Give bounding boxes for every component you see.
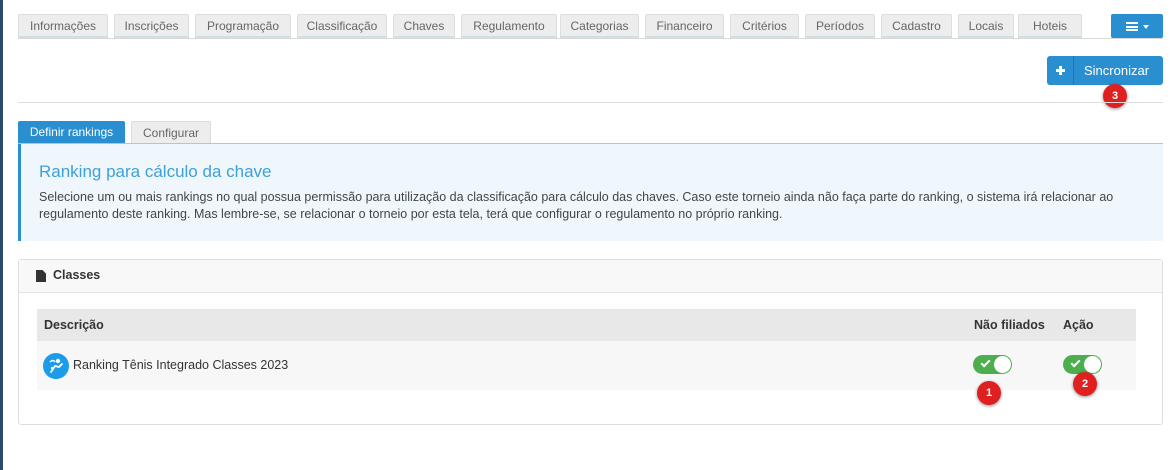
top-nav-tabs: Informações Inscrições Programação Class… (18, 14, 1163, 39)
tab-categorias[interactable]: Categorias (560, 14, 639, 38)
table-row: Ranking Tênis Integrado Classes 2023 (37, 341, 1136, 390)
ranking-name: Ranking Tênis Integrado Classes 2023 (73, 358, 289, 372)
sync-button[interactable]: Sincronizar (1047, 56, 1163, 85)
table-header: Descrição Não filiados Ação (37, 309, 1136, 341)
tab-classificacao[interactable]: Classificação (297, 14, 387, 38)
check-icon (980, 357, 991, 368)
panel-header: Classes (19, 260, 1162, 293)
tab-informacoes[interactable]: Informações (18, 14, 108, 38)
tab-chaves[interactable]: Chaves (393, 14, 455, 38)
menu-dropdown-button[interactable] (1111, 14, 1163, 38)
info-box: Ranking para cálculo da chave Selecione … (18, 144, 1163, 241)
bars-icon (1126, 22, 1138, 31)
non-affiliated-toggle[interactable] (973, 355, 1012, 374)
tab-locais[interactable]: Locais (958, 14, 1014, 38)
info-text: Selecione um ou mais rankings no qual po… (39, 190, 1114, 221)
tab-hoteis[interactable]: Hoteis (1018, 14, 1082, 38)
left-edge-bar (0, 0, 3, 470)
toggle-knob (1084, 356, 1101, 373)
info-title: Ranking para cálculo da chave (39, 162, 272, 181)
tab-financeiro[interactable]: Financeiro (645, 14, 724, 38)
tab-criterios[interactable]: Critérios (730, 14, 799, 38)
file-icon (36, 270, 46, 282)
tab-regulamento[interactable]: Regulamento (461, 14, 557, 38)
caret-down-icon (1143, 25, 1149, 29)
column-action: Ação (1063, 318, 1094, 332)
check-icon (1070, 357, 1081, 368)
column-description: Descrição (44, 318, 104, 332)
tab-programacao[interactable]: Programação (195, 14, 291, 38)
tab-definir-rankings[interactable]: Definir rankings (18, 121, 125, 144)
ranking-logo-icon (43, 353, 69, 379)
column-non-affiliated: Não filiados (974, 318, 1045, 332)
sync-button-label: Sincronizar (1084, 63, 1150, 78)
tab-inscricoes[interactable]: Inscrições (114, 14, 189, 38)
plus-icon (1047, 56, 1074, 85)
annotation-badge-1: 1 (977, 381, 1001, 405)
tab-configurar[interactable]: Configurar (131, 121, 211, 144)
divider (18, 102, 1163, 103)
tab-periodos[interactable]: Períodos (805, 14, 875, 38)
toggle-knob (994, 356, 1011, 373)
tab-cadastro[interactable]: Cadastro (881, 14, 952, 38)
annotation-badge-3: 3 (1103, 84, 1127, 108)
panel-title: Classes (53, 268, 101, 282)
annotation-badge-2: 2 (1073, 372, 1097, 396)
